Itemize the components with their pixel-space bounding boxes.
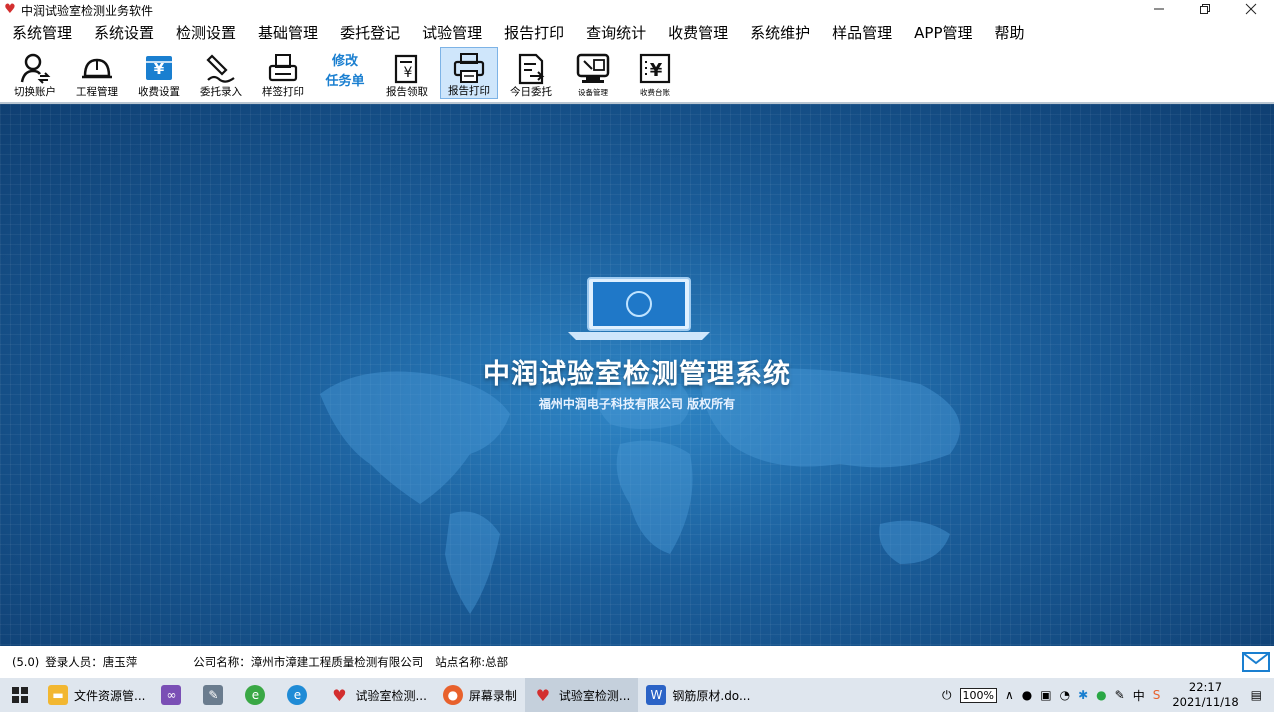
svg-text:¥: ¥ — [404, 65, 413, 81]
taskbar-explorer[interactable]: ▬ 文件资源管... — [40, 678, 153, 712]
chevron-up-icon[interactable]: ∧ — [1005, 688, 1014, 702]
browser-e-icon: e — [245, 685, 266, 705]
menu-test-management[interactable]: 试验管理 — [410, 20, 492, 46]
sogou-icon[interactable]: S — [1153, 688, 1161, 702]
restore-icon — [1200, 4, 1210, 14]
project-management-button[interactable]: 工程管理 — [68, 47, 126, 99]
report-print-button[interactable]: 报告打印 — [440, 47, 498, 99]
modify-task-line2: 任务单 — [325, 74, 365, 89]
menu-system-maintenance[interactable]: 系统维护 — [738, 20, 820, 46]
notification-icon[interactable]: ▤ — [1251, 688, 1262, 702]
clock-date: 2021/11/18 — [1172, 695, 1239, 709]
start-button[interactable] — [0, 678, 40, 712]
heart-app-icon: ♥ — [4, 2, 16, 17]
window-title: 中润试验室检测业务软件 — [21, 3, 154, 18]
splash-title: 中润试验室检测管理系统 — [483, 359, 791, 390]
menu-system-settings[interactable]: 系统设置 — [82, 20, 164, 46]
taskbar-tools[interactable]: ✎ — [195, 678, 237, 712]
title-bar: ♥ 中润试验室检测业务软件 — [0, 0, 1274, 20]
menu-basic-management[interactable]: 基础管理 — [246, 20, 328, 46]
taskbar: ▬ 文件资源管... ∞ ✎ e e ♥ 试验室检测... ● 屏幕录制 ♥ 试… — [0, 678, 1274, 712]
version-label: (5.0) — [12, 655, 40, 669]
menu-app-management[interactable]: APP管理 — [902, 20, 982, 46]
bluetooth-icon[interactable]: ✱ — [1078, 688, 1088, 702]
taskbar-browser-green[interactable]: e — [237, 678, 279, 712]
taskbar-lab-app-2[interactable]: ♥ 试验室检测... — [524, 678, 639, 712]
menu-sample-management[interactable]: 样品管理 — [820, 20, 902, 46]
clock-time: 22:17 — [1188, 680, 1223, 694]
label-printer-icon — [268, 54, 298, 82]
windows-logo-icon — [12, 687, 28, 703]
taskbar-edge[interactable]: e — [279, 678, 321, 712]
close-icon — [1245, 3, 1257, 15]
edge-icon: e — [287, 685, 308, 705]
splash-subtitle: 福州中润电子科技有限公司 版权所有 — [538, 397, 736, 411]
menu-report-print[interactable]: 报告打印 — [492, 20, 574, 46]
taskbar-screen-recorder[interactable]: ● 屏幕录制 — [435, 678, 525, 712]
window-controls — [1136, 0, 1274, 20]
report-collect-button[interactable]: ¥ 报告领取 — [378, 47, 436, 99]
heart-icon: ♥ — [332, 685, 347, 705]
power-plug-icon[interactable]: ⏻ — [942, 688, 952, 703]
menu-query-stats[interactable]: 查询统计 — [574, 20, 656, 46]
minimize-button[interactable] — [1136, 0, 1182, 18]
switch-account-button[interactable]: 切换账户 — [6, 47, 64, 99]
menu-help[interactable]: 帮助 — [983, 20, 1035, 46]
menu-fee-management[interactable]: 收费管理 — [656, 20, 738, 46]
label-print-button[interactable]: 样签打印 — [254, 47, 312, 99]
menu-system-management[interactable]: 系统管理 — [0, 20, 82, 46]
menu-entrust-register[interactable]: 委托登记 — [328, 20, 410, 46]
visual-studio-icon: ∞ — [161, 685, 182, 705]
minimize-icon — [1154, 8, 1164, 10]
toolbar: 切换账户 工程管理 ¥ 收费设置 委托录入 样签打印 修改 任务单 ¥ 报告领取… — [0, 46, 1274, 104]
today-entrust-button[interactable]: 今日委托 — [502, 47, 560, 99]
ime-indicator[interactable]: 中 — [1133, 687, 1145, 704]
document-arrow-icon — [518, 53, 545, 85]
menu-test-settings[interactable]: 检测设置 — [164, 20, 246, 46]
clock[interactable]: 22:17 2021/11/18 — [1172, 680, 1238, 710]
fee-settings-button[interactable]: ¥ 收费设置 — [130, 47, 188, 99]
recorder-icon: ● — [442, 685, 463, 705]
yen-box-icon: ¥ — [146, 56, 172, 80]
close-button[interactable] — [1228, 0, 1274, 18]
user-switch-icon — [20, 53, 51, 84]
heart-icon: ♥ — [535, 685, 551, 705]
hard-hat-icon — [82, 58, 112, 79]
splash-area: 中润试验室检测管理系统 福州中润电子科技有限公司 版权所有 — [0, 104, 1274, 646]
site-label: 站点名称:总部 — [435, 655, 509, 669]
pen-icon[interactable]: ✎ — [1115, 688, 1125, 702]
taskbar-lab-app-1[interactable]: ♥ 试验室检测... — [321, 678, 434, 712]
folder-icon: ▬ — [48, 685, 68, 705]
login-user-label: 登录人员：唐玉萍 — [45, 655, 138, 669]
modify-task-button[interactable]: 修改 任务单 — [316, 47, 374, 99]
monitor-tools-icon — [576, 53, 610, 83]
system-tray: ⏻ 100% ∧ ● ▣ ◔ ✱ ● ✎ 中 S 22:17 2021/11/1… — [938, 678, 1274, 712]
device-management-button[interactable]: 设备管理 — [564, 47, 622, 99]
taskbar-word-doc[interactable]: W 钢筋原材.do... — [638, 678, 758, 712]
menu-bar: 系统管理 系统设置 检测设置 基础管理 委托登记 试验管理 报告打印 查询统计 … — [0, 20, 1274, 46]
restore-button[interactable] — [1182, 0, 1228, 18]
laptop-graphic — [568, 277, 710, 340]
entrust-input-button[interactable]: 委托录入 — [192, 47, 250, 99]
screenshot-icon[interactable]: ▣ — [1040, 688, 1051, 702]
mail-icon[interactable] — [1242, 652, 1270, 672]
taskbar-visual-studio[interactable]: ∞ — [153, 678, 195, 712]
microphone-icon[interactable]: ● — [1022, 688, 1032, 702]
wifi-icon[interactable]: ◔ — [1060, 688, 1070, 702]
status-bar: (5.0) 登录人员：唐玉萍 公司名称：漳州市漳建工程质量检测有限公司 站点名称… — [0, 646, 1274, 678]
printer-icon — [453, 53, 485, 83]
yen-ledger-icon: ¥ — [639, 53, 671, 84]
modify-task-line1: 修改 — [331, 54, 358, 69]
company-label: 公司名称：漳州市漳建工程质量检测有限公司 — [193, 655, 424, 669]
fee-ledger-button[interactable]: ¥ 收费台账 — [626, 47, 684, 99]
wechat-icon[interactable]: ● — [1096, 688, 1106, 702]
svg-text:¥: ¥ — [650, 60, 663, 81]
report-yen-icon: ¥ — [394, 54, 418, 84]
tools-icon: ✎ — [203, 685, 224, 705]
battery-indicator[interactable]: 100% — [959, 687, 997, 703]
word-icon: W — [646, 685, 667, 705]
pen-sign-icon — [206, 54, 235, 83]
